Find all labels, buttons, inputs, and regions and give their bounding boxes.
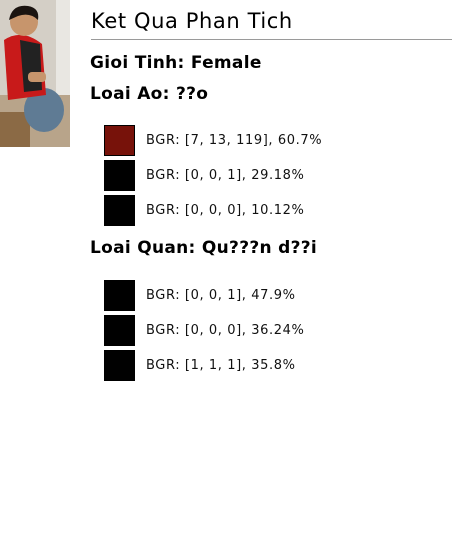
color-swatch bbox=[104, 315, 135, 346]
page-title: Ket Qua Phan Tich bbox=[91, 9, 293, 33]
color-label: BGR: [7, 13, 119], 60.7% bbox=[146, 133, 323, 148]
person-thumbnail bbox=[0, 0, 70, 147]
top-color-row: BGR: [0, 0, 0], 10.12% bbox=[104, 194, 304, 227]
top-color-row: BGR: [0, 0, 1], 29.18% bbox=[104, 159, 304, 192]
color-label: BGR: [1, 1, 1], 35.8% bbox=[146, 358, 296, 373]
top-color-row: BGR: [7, 13, 119], 60.7% bbox=[104, 124, 322, 157]
color-swatch bbox=[104, 160, 135, 191]
person-photo bbox=[0, 0, 70, 147]
title-divider bbox=[91, 39, 452, 40]
color-label: BGR: [0, 0, 1], 47.9% bbox=[146, 288, 296, 303]
color-label: BGR: [0, 0, 0], 36.24% bbox=[146, 323, 305, 338]
color-swatch bbox=[104, 125, 135, 156]
color-label: BGR: [0, 0, 0], 10.12% bbox=[146, 203, 305, 218]
bottom-color-row: BGR: [0, 0, 1], 47.9% bbox=[104, 279, 296, 312]
color-swatch bbox=[104, 195, 135, 226]
bottom-type-heading: Loai Quan: Qu???n d??i bbox=[90, 238, 318, 258]
color-label: BGR: [0, 0, 1], 29.18% bbox=[146, 168, 305, 183]
color-swatch bbox=[104, 280, 135, 311]
top-type-heading: Loai Ao: ??o bbox=[90, 84, 209, 104]
gender-label: Gioi Tinh: Female bbox=[90, 53, 262, 73]
bottom-color-row: BGR: [0, 0, 0], 36.24% bbox=[104, 314, 304, 347]
color-swatch bbox=[104, 350, 135, 381]
bottom-color-row: BGR: [1, 1, 1], 35.8% bbox=[104, 349, 296, 382]
